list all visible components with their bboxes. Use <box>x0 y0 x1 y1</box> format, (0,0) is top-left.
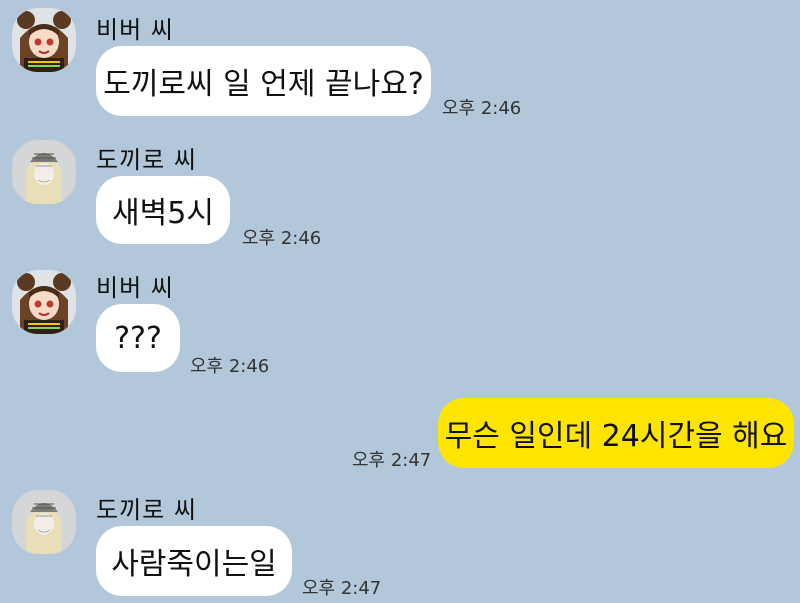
sender-name-beaver: 비버 씨 <box>96 16 174 44</box>
message-text: 사람죽이는일 <box>111 547 277 582</box>
dokkiro-avatar-icon[interactable] <box>12 140 76 204</box>
message-text: 새벽5시 <box>112 196 214 231</box>
my-message-bubble[interactable]: 무슨 일인데 24시간을 해요 <box>438 398 794 468</box>
sender-name-dokkiro: 도끼로 씨 <box>96 146 197 174</box>
message-bubble-5[interactable]: 사람죽이는일 <box>96 526 292 596</box>
message-time: 오후 2:47 <box>352 450 432 471</box>
message-text: ??? <box>114 320 162 356</box>
sender-name-beaver: 비버 씨 <box>96 274 174 302</box>
message-time: 오후 2:46 <box>190 356 270 377</box>
message-bubble-2[interactable]: 새벽5시 <box>96 176 230 244</box>
dokkiro-avatar-icon[interactable] <box>12 490 76 554</box>
beaver-avatar-icon[interactable] <box>12 270 76 334</box>
message-text: 도끼로씨 일 언제 끝나요? <box>103 67 424 102</box>
message-text: 무슨 일인데 24시간을 해요 <box>444 419 788 454</box>
message-bubble-3[interactable]: ??? <box>96 304 180 372</box>
message-time: 오후 2:46 <box>242 228 322 249</box>
message-bubble-1[interactable]: 도끼로씨 일 언제 끝나요? <box>96 46 431 116</box>
sender-name-dokkiro: 도끼로 씨 <box>96 496 197 524</box>
message-time: 오후 2:47 <box>302 578 382 599</box>
beaver-avatar-icon[interactable] <box>12 8 76 72</box>
message-time: 오후 2:46 <box>442 98 522 119</box>
